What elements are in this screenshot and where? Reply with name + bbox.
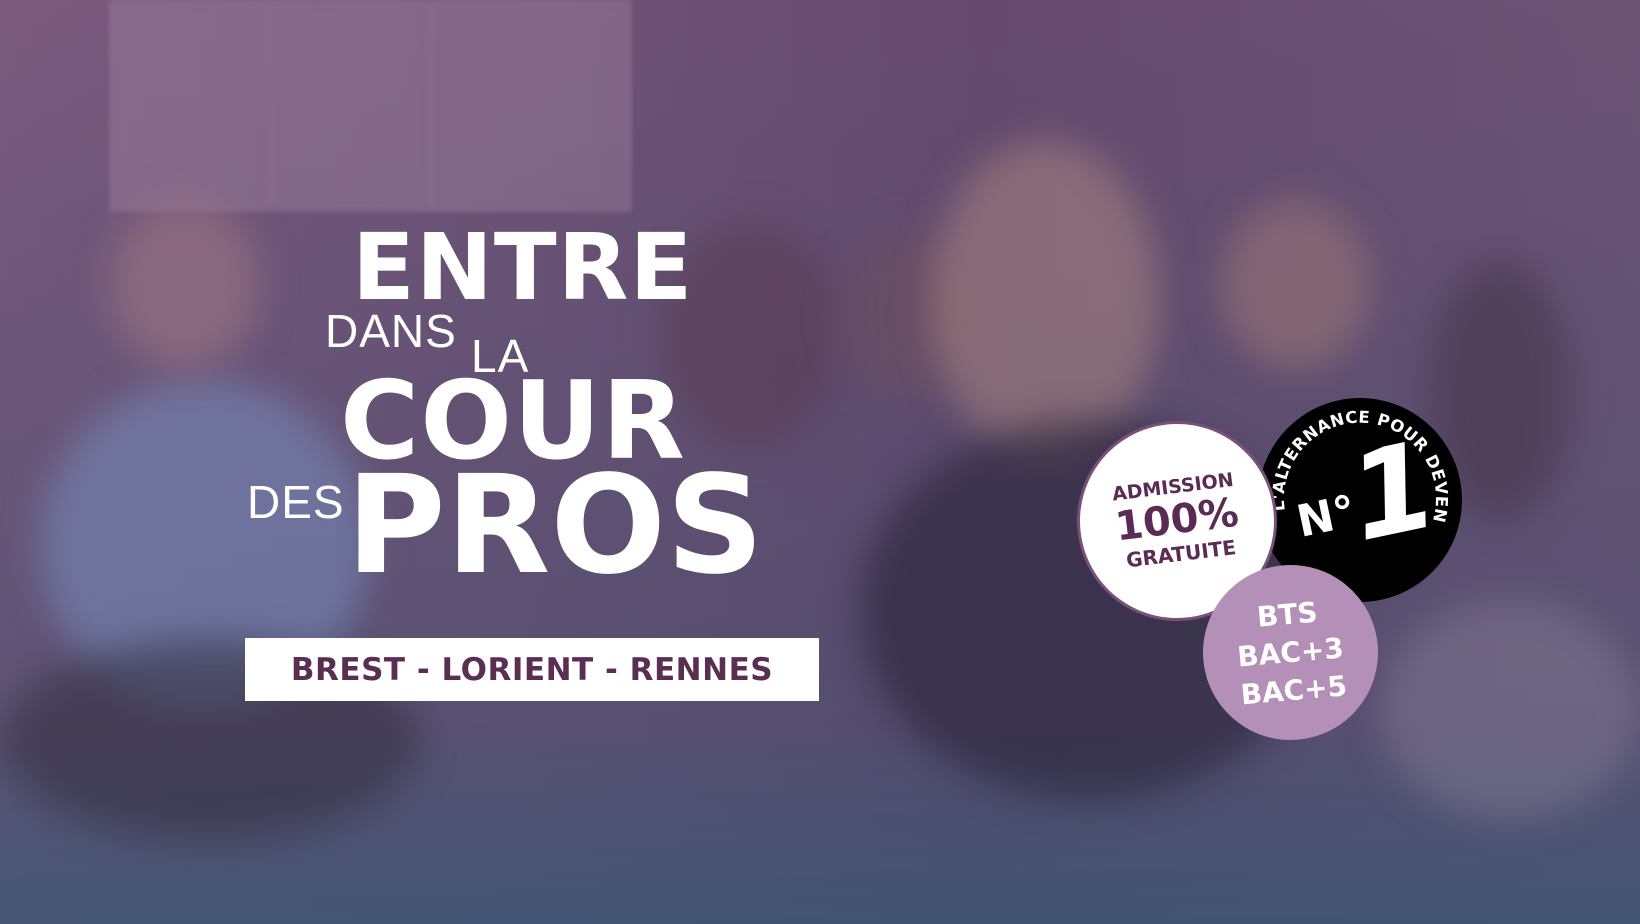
headline-dans: DANS xyxy=(325,305,457,357)
background-person xyxy=(930,140,1160,460)
level-bac5: BAC+5 xyxy=(1239,668,1349,711)
hero-banner: ENTRE DANS LA COUR DES PROS BREST - LORI… xyxy=(0,0,1640,924)
background-desk xyxy=(1380,600,1640,820)
background-window-frame xyxy=(270,0,432,212)
headline-pros: PROS xyxy=(346,447,764,605)
background-person xyxy=(110,200,260,370)
level-bts: BTS xyxy=(1255,595,1319,634)
headline-des: DES xyxy=(247,476,345,528)
background-person xyxy=(1220,200,1370,370)
background-window-frame xyxy=(110,0,272,212)
background-window-frame xyxy=(430,0,632,212)
cities-banner: BREST - LORIENT - RENNES xyxy=(245,638,819,701)
headline-entre: ENTRE xyxy=(352,214,694,321)
number-one-mark: N° 1 xyxy=(1285,416,1448,580)
